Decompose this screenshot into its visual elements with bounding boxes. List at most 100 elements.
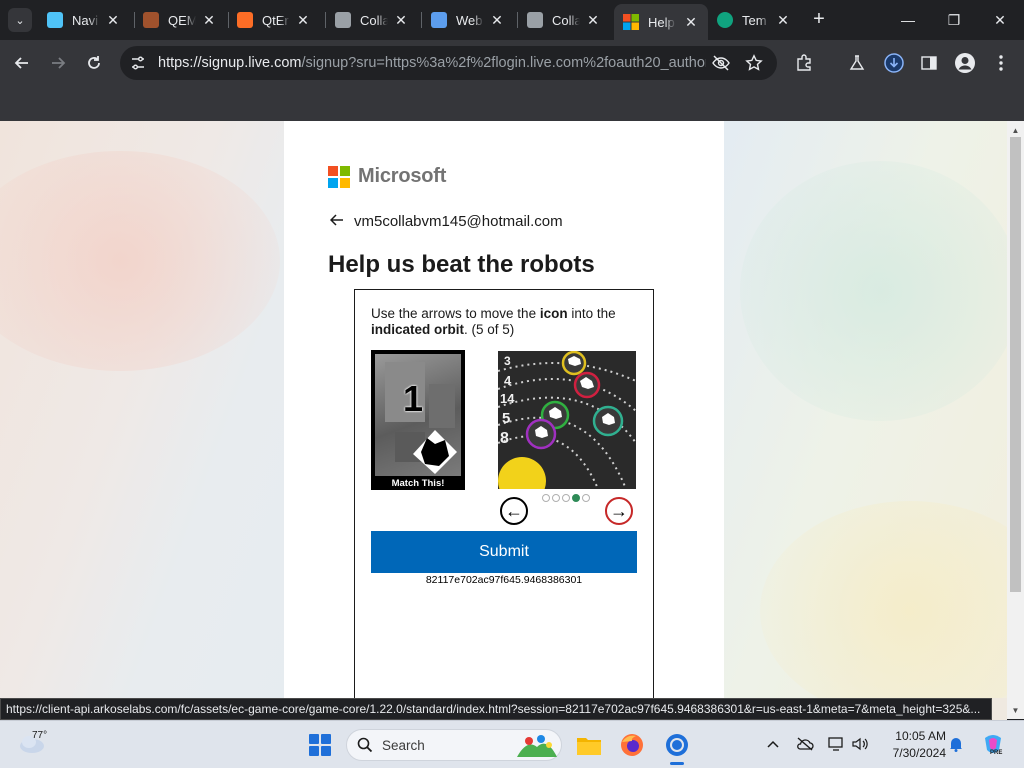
instructions-bold-orbit: indicated orbit: [371, 322, 465, 337]
bookmark-star-icon[interactable]: [745, 54, 763, 72]
close-icon[interactable]: ✕: [488, 11, 506, 29]
brand-name: Microsoft: [358, 165, 447, 187]
next-arrow-button[interactable]: →: [605, 497, 633, 525]
network-display-icon[interactable]: [828, 735, 846, 753]
close-icon[interactable]: ✕: [294, 11, 312, 29]
tab-4[interactable]: Web ✕: [422, 6, 514, 34]
orbit-label: 3: [504, 354, 511, 368]
chevron-down-icon: ⌄: [15, 14, 25, 27]
url-host: https://signup.live.com: [158, 55, 302, 71]
tab-strip: ⌄ Navi ✕ QEM ✕ QtEr ✕ Colla ✕ Web ✕ Coll…: [0, 0, 1024, 40]
close-icon[interactable]: ✕: [392, 11, 410, 29]
clock-time[interactable]: 10:05 AM: [880, 729, 946, 743]
side-panel-icon[interactable]: [918, 52, 940, 74]
start-windows-icon[interactable]: [309, 734, 331, 756]
scroll-up-arrow-icon[interactable]: ▲: [1007, 123, 1024, 137]
progress-dot: [572, 494, 580, 502]
onedrive-offline-icon[interactable]: [796, 735, 814, 753]
site-info-icon[interactable]: [130, 55, 146, 71]
tab-7[interactable]: Tem ✕: [708, 6, 800, 34]
scroll-down-arrow-icon[interactable]: ▼: [1007, 703, 1024, 717]
animal-icon: [413, 430, 457, 474]
instructions-text: into the: [567, 306, 616, 321]
tab-label: QtEr: [262, 12, 289, 28]
file-explorer-icon[interactable]: [575, 731, 603, 759]
page-title: Help us beat the robots: [328, 251, 595, 278]
tab-0[interactable]: Navi ✕: [38, 6, 130, 34]
tab-search-button[interactable]: ⌄: [8, 8, 32, 32]
weather-temperature[interactable]: 77°: [32, 730, 47, 741]
match-reference-image: 1: [375, 354, 461, 476]
tab-3[interactable]: Colla ✕: [326, 6, 418, 34]
menu-kebab-icon[interactable]: [990, 52, 1012, 74]
browser-toolbar: https://signup.live.com/signup?sru=https…: [0, 40, 1024, 86]
restore-button[interactable]: ❐: [944, 10, 964, 30]
logo-square-yellow: [340, 177, 350, 188]
chrome-icon[interactable]: [663, 731, 691, 765]
page-scrollbar[interactable]: ▲ ▼: [1007, 121, 1024, 719]
favicon-icon: [47, 12, 63, 28]
match-caption: Match This!: [391, 478, 445, 489]
show-hidden-icons-chevron-icon[interactable]: [764, 735, 782, 753]
close-icon[interactable]: ✕: [200, 11, 218, 29]
extensions-icon[interactable]: [793, 52, 815, 74]
close-icon[interactable]: ✕: [682, 13, 700, 31]
progress-dots: [542, 494, 590, 502]
logo-square-blue: [328, 177, 338, 188]
identity-banner: vm5collabvm145@hotmail.com: [329, 213, 563, 230]
background-decoration: [0, 151, 280, 371]
back-button[interactable]: [11, 52, 33, 74]
progress-dot: [582, 494, 590, 502]
taskbar-search[interactable]: Search: [346, 729, 562, 761]
prev-arrow-button[interactable]: ←: [500, 497, 528, 525]
tab-label: Colla: [552, 12, 580, 28]
minimize-button[interactable]: —: [898, 10, 918, 30]
tab-2[interactable]: QtEr ✕: [228, 6, 320, 34]
profile-avatar-icon[interactable]: [954, 52, 976, 74]
firefox-icon[interactable]: [618, 731, 646, 759]
favicon-icon: [237, 12, 253, 28]
match-orbit-number: 1: [403, 378, 424, 419]
tab-1[interactable]: QEM ✕: [134, 6, 226, 34]
progress-dot: [562, 494, 570, 502]
page-viewport: Microsoft vm5collabvm145@hotmail.com Hel…: [0, 121, 1007, 698]
instructions-bold-icon: icon: [539, 306, 568, 321]
tab-5[interactable]: Colla ✕: [518, 6, 610, 34]
logo-square-red: [328, 165, 338, 176]
clock-date[interactable]: 7/30/2024: [880, 746, 946, 760]
orbit-puzzle-image: 3 4 14 5 8: [498, 351, 636, 489]
logo-square-green: [340, 165, 350, 176]
address-bar[interactable]: https://signup.live.com/signup?sru=https…: [120, 46, 777, 80]
favicon-icon: [335, 12, 351, 28]
back-arrow-icon[interactable]: [329, 213, 346, 230]
copilot-icon[interactable]: PRE: [981, 732, 1005, 756]
close-icon[interactable]: ✕: [584, 11, 602, 29]
search-icon: [357, 737, 373, 753]
favicon-icon: [143, 12, 159, 28]
labs-flask-icon[interactable]: [846, 52, 868, 74]
submit-button[interactable]: Submit: [371, 531, 637, 573]
new-tab-button[interactable]: +: [809, 8, 829, 30]
tab-label: Tem: [742, 12, 767, 28]
scroll-thumb[interactable]: [1010, 137, 1021, 592]
forward-button[interactable]: [47, 52, 69, 74]
tab-active[interactable]: Help ✕: [614, 4, 708, 40]
close-icon[interactable]: ✕: [774, 11, 792, 29]
progress-dot: [542, 494, 550, 502]
notification-bell-icon[interactable]: [947, 735, 965, 753]
reload-button[interactable]: [83, 52, 105, 74]
orbit-label: 8: [500, 430, 509, 447]
window-close-button[interactable]: ✕: [990, 10, 1010, 30]
eye-off-icon[interactable]: [712, 54, 730, 72]
windows-taskbar: 77° Search 10:05 AM 7/30/2024 PRE: [0, 720, 1024, 768]
close-icon[interactable]: ✕: [104, 11, 122, 29]
reload-icon: [88, 56, 100, 69]
download-icon[interactable]: [883, 52, 905, 74]
background-decoration: [760, 501, 1007, 698]
microsoft-logo: Microsoft: [328, 165, 446, 188]
forward-arrow-icon: [52, 57, 66, 69]
url-text[interactable]: https://signup.live.com/signup?sru=https…: [158, 55, 706, 71]
search-placeholder: Search: [382, 738, 425, 753]
bookmarks-bar: [0, 86, 1024, 121]
volume-icon[interactable]: [851, 735, 869, 753]
